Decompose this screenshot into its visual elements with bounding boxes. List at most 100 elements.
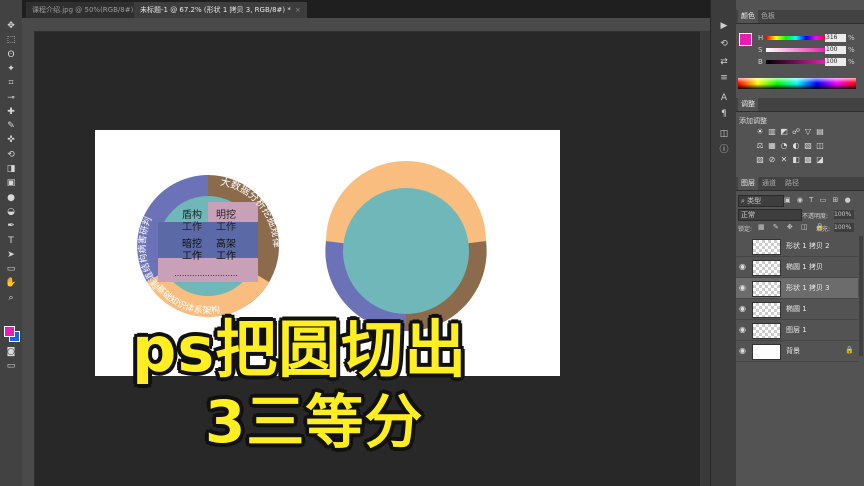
search-icon: ⌕	[741, 197, 745, 205]
lasso-tool-icon[interactable]: ʘ	[3, 49, 19, 61]
adjustment-icon[interactable]: ▥	[768, 128, 776, 136]
adjustment-icon[interactable]: ⊘	[768, 156, 776, 164]
layer-row[interactable]: ◉ 背景 🔒	[736, 341, 858, 362]
eyedropper-tool-icon[interactable]: ⊸	[3, 92, 19, 104]
layer-row[interactable]: 形状 1 拷贝 2	[736, 236, 858, 257]
eye-icon[interactable]: ◉	[738, 282, 747, 293]
adjustment-icon[interactable]: ☀	[756, 128, 764, 136]
layer-row[interactable]: ◉ 椭圆 1 拷贝	[736, 257, 858, 278]
dodge-tool-icon[interactable]: ◒	[3, 206, 19, 218]
adjustment-icon[interactable]: ◫	[816, 142, 824, 150]
screen-mode-icon[interactable]: ▭	[3, 360, 19, 372]
eye-icon[interactable]: ◉	[738, 345, 747, 356]
path-selection-tool-icon[interactable]: ➤	[3, 249, 19, 261]
adjustment-icon[interactable]: ▩	[804, 156, 812, 164]
quick-mask-icon[interactable]: ◙	[3, 346, 19, 358]
tab-paths[interactable]: 路径	[782, 177, 802, 190]
blur-tool-icon[interactable]: ●	[3, 192, 19, 204]
pen-tool-icon[interactable]: ✒	[3, 220, 19, 232]
layer-thumbnail	[752, 323, 781, 339]
adjustment-icon[interactable]: ◐	[792, 142, 800, 150]
layer-filter-icons[interactable]: ▣ ◉ T ▭ ⊞ ●	[784, 196, 856, 204]
layers-panel-tabs: 图层 通道 路径	[736, 177, 864, 191]
tab-adjustments[interactable]: 调整	[738, 98, 758, 111]
right-panels: 颜色 色板 H 316 S 100 B 100 % % % 调整 添加调整 ☀ ▥…	[736, 0, 864, 486]
vertical-scrollbar[interactable]	[700, 31, 710, 486]
adjustment-icon[interactable]: ▨	[756, 156, 764, 164]
adjustment-icon[interactable]: ⚖	[756, 142, 764, 150]
adjustment-icon[interactable]: ◩	[780, 128, 788, 136]
tab-color[interactable]: 颜色	[738, 10, 758, 23]
saturation-value-field[interactable]: 100	[825, 46, 846, 54]
tab-label: 课程介绍.jpg @ 50%(RGB/8#)	[32, 6, 134, 14]
cell-label-3: 暗挖	[182, 237, 202, 250]
eye-icon[interactable]: ◉	[738, 261, 747, 272]
center-band	[158, 222, 258, 258]
adjustment-icon[interactable]: ◧	[792, 156, 800, 164]
tab-untitled-1[interactable]: 未标题-1 @ 67.2% (形状 1 拷贝 3, RGB/8#) * ×	[134, 2, 307, 18]
saturation-slider[interactable]	[766, 48, 826, 52]
tab-swatches[interactable]: 色板	[758, 10, 778, 23]
layers-scrollbar[interactable]	[859, 236, 863, 356]
adjustment-icon[interactable]: ▧	[804, 142, 812, 150]
tab-course-intro[interactable]: 课程介绍.jpg @ 50%(RGB/8#)×	[26, 2, 150, 18]
info-icon[interactable]: ⓘ	[716, 144, 732, 157]
blend-mode-value: 正常	[741, 211, 755, 219]
unit-s: %	[848, 46, 855, 54]
foreground-color-swatch[interactable]	[739, 33, 752, 46]
magic-wand-tool-icon[interactable]: ✦	[3, 63, 19, 75]
tab-label: 未标题-1 @ 67.2% (形状 1 拷贝 3, RGB/8#) *	[140, 6, 291, 14]
tab-layers[interactable]: 图层	[738, 177, 758, 190]
adjustment-icon[interactable]: ▽	[804, 128, 812, 136]
healing-brush-tool-icon[interactable]: ✚	[3, 106, 19, 118]
layer-row[interactable]: ◉ 椭圆 1	[736, 299, 858, 320]
adjustment-icons: ☀ ▥ ◩ ☍ ▽ ▤ ⚖ ▦ ◔ ◐ ▧ ◫ ▨ ⊘ ✕ ◧ ▩ ◪	[756, 128, 856, 168]
opacity-field[interactable]: 100%	[834, 210, 854, 219]
color-spectrum[interactable]	[738, 78, 856, 89]
brush-tool-icon[interactable]: ✎	[3, 120, 19, 132]
fill-field[interactable]: 100%	[834, 223, 854, 232]
tab-channels[interactable]: 通道	[759, 177, 779, 190]
character-icon[interactable]: A	[716, 92, 732, 105]
hand-tool-icon[interactable]: ✋	[3, 277, 19, 289]
libraries-icon[interactable]: ◫	[716, 128, 732, 141]
adjustment-icon[interactable]: ▤	[816, 128, 824, 136]
adjustment-icon[interactable]: ✕	[780, 156, 788, 164]
eye-icon[interactable]: ◉	[738, 303, 747, 314]
layer-row[interactable]: ◉ 形状 1 拷贝 3	[736, 278, 858, 299]
adjustment-icon[interactable]: ◔	[780, 142, 788, 150]
brightness-slider[interactable]	[766, 60, 826, 64]
close-icon[interactable]: ×	[295, 6, 301, 14]
clone-stamp-tool-icon[interactable]: ✜	[3, 134, 19, 146]
rectangle-tool-icon[interactable]: ▭	[3, 263, 19, 275]
eye-icon[interactable]	[738, 240, 747, 251]
adjustment-icon[interactable]: ◪	[816, 156, 824, 164]
marquee-tool-icon[interactable]: ⬚	[3, 34, 19, 46]
foreground-color-chip[interactable]	[4, 326, 15, 337]
eye-icon[interactable]: ◉	[738, 324, 747, 335]
play-icon[interactable]: ▶	[716, 20, 732, 33]
history-icon[interactable]: ⟲	[716, 38, 732, 51]
history-brush-tool-icon[interactable]: ⟲	[3, 149, 19, 161]
eraser-tool-icon[interactable]: ◨	[3, 163, 19, 175]
properties-icon[interactable]: ≡	[716, 72, 732, 85]
crop-tool-icon[interactable]: ⌗	[3, 77, 19, 89]
layer-row[interactable]: ◉ 图层 1	[736, 320, 858, 341]
zoom-tool-icon[interactable]: ⌕	[3, 292, 19, 304]
move-tool-icon[interactable]: ✥	[3, 20, 19, 32]
actions-icon[interactable]: ⇄	[716, 56, 732, 69]
adjustments-title: 添加调整	[739, 117, 767, 125]
type-tool-icon[interactable]: T	[3, 235, 19, 247]
paragraph-icon[interactable]: ¶	[716, 108, 732, 121]
blend-mode-select[interactable]: 正常	[738, 209, 802, 221]
adjustment-icon[interactable]: ▦	[768, 142, 776, 150]
vertical-ruler	[22, 31, 35, 486]
hue-value-field[interactable]: 316	[825, 34, 846, 42]
layer-filter-select[interactable]: ⌕ 类型	[738, 195, 784, 207]
gradient-tool-icon[interactable]: ▣	[3, 177, 19, 189]
brightness-value-field[interactable]: 100	[825, 58, 846, 66]
opacity-label: 不透明度:	[802, 213, 829, 220]
lock-label: 锁定:	[738, 226, 753, 233]
adjustment-icon[interactable]: ☍	[792, 128, 800, 136]
hue-slider[interactable]	[766, 36, 826, 40]
